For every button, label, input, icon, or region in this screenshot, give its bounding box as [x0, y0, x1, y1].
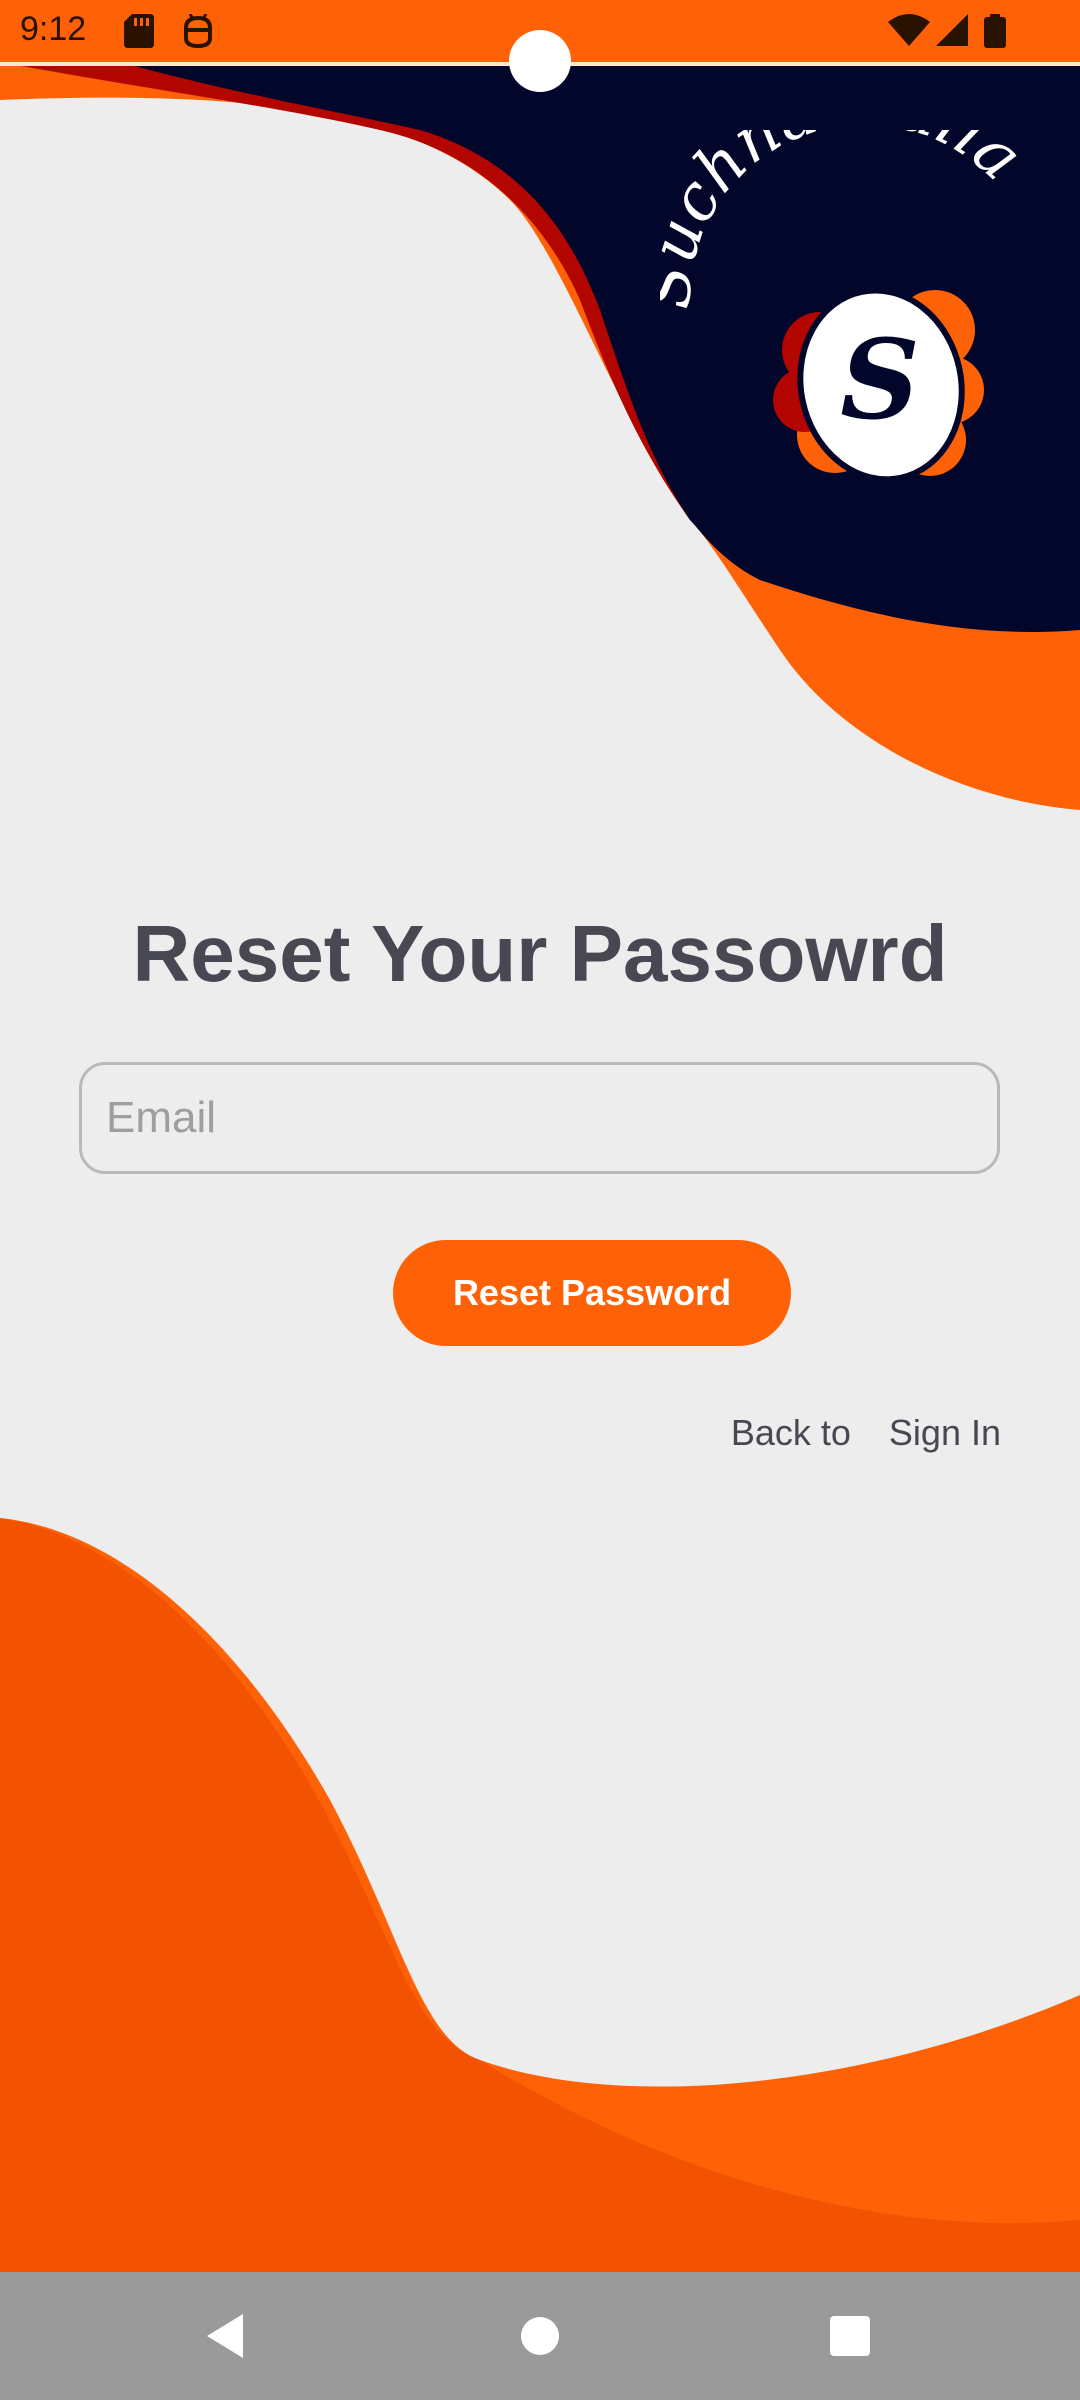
- cell-signal-icon: [936, 14, 968, 46]
- home-circle-icon[interactable]: [510, 2306, 570, 2366]
- sign-in-link[interactable]: Sign In: [889, 1412, 1001, 1454]
- email-field[interactable]: [79, 1062, 1000, 1174]
- sd-card-icon: [124, 14, 154, 48]
- page-title: Reset Your Passowrd: [132, 909, 948, 998]
- android-debug-icon: [184, 14, 212, 48]
- camera-cutout: [509, 30, 571, 92]
- wifi-icon: [888, 14, 930, 46]
- status-time: 9:12: [20, 10, 87, 48]
- reset-password-button[interactable]: Reset Password: [393, 1240, 791, 1346]
- back-to-label: Back to: [730, 1412, 851, 1453]
- back-to-sign-in-row: Back to Sign In: [731, 1412, 1001, 1454]
- brand-logo: Suchna walla S: [660, 130, 1036, 483]
- recents-square-icon[interactable]: [820, 2306, 880, 2366]
- logo-wordmark-text: Suchna walla: [660, 130, 1036, 311]
- logo-letter: S: [840, 315, 919, 444]
- system-nav-bar: [0, 2272, 1080, 2400]
- logo-wordmark: Suchna walla: [660, 130, 1036, 311]
- back-triangle-icon[interactable]: [195, 2306, 255, 2366]
- battery-icon: [984, 14, 1006, 48]
